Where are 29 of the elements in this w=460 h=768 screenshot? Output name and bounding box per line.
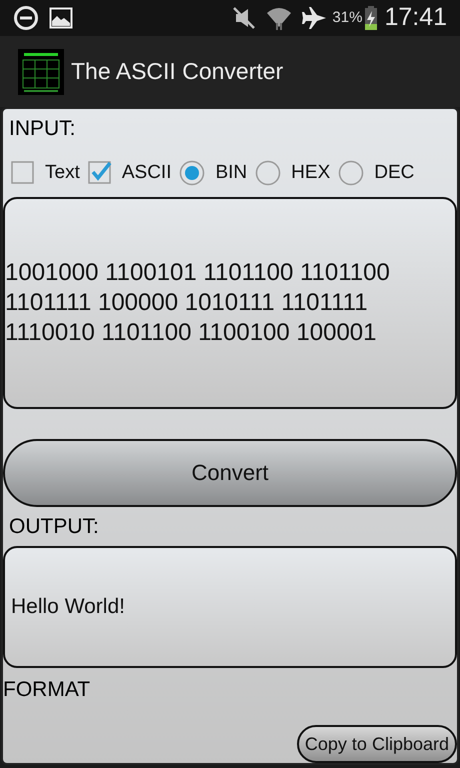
- app-logo-icon: [18, 48, 64, 94]
- radio-button[interactable]: [179, 160, 206, 186]
- option-label[interactable]: Text: [45, 158, 80, 187]
- image-icon: [49, 7, 73, 29]
- output-field[interactable]: Hello World!: [3, 546, 457, 668]
- radio-button[interactable]: [338, 160, 364, 186]
- output-label: OUTPUT:: [9, 514, 99, 540]
- do-not-disturb-icon: [13, 5, 39, 31]
- radio-button[interactable]: [255, 160, 282, 186]
- copy-button[interactable]: Copy to Clipboard: [296, 725, 457, 763]
- option-label[interactable]: HEX: [291, 158, 330, 187]
- input-text: 1001000 1100101 1101100 1101100 1101111 100000 1010111 1101111 1110010 1101100 1100100 100001: [5, 258, 391, 348]
- clock-time: 17:41: [384, 2, 447, 34]
- option-label[interactable]: DEC: [374, 158, 414, 187]
- convert-button[interactable]: Convert: [3, 439, 457, 507]
- airplane-icon: [302, 6, 328, 30]
- charging-battery-icon: [364, 5, 378, 31]
- input-label: INPUT:: [9, 116, 76, 142]
- app-title: The ASCII Converter: [71, 57, 284, 86]
- checkbox[interactable]: [11, 160, 35, 185]
- option-label[interactable]: ASCII: [122, 158, 172, 187]
- muted-speaker-icon: [232, 6, 256, 30]
- checkbox[interactable]: [88, 160, 112, 185]
- input-field[interactable]: 1001000 1100101 1101100 1101100 1101111 100000 1010111 1101111 1110010 1101100 1100100 100001: [3, 197, 457, 410]
- format-label: FORMAT: [3, 676, 90, 703]
- wifi-icon: [266, 5, 292, 31]
- option-label[interactable]: BIN: [215, 158, 248, 187]
- battery-percent: 31%: [332, 8, 362, 28]
- output-text: Hello World!: [11, 594, 125, 620]
